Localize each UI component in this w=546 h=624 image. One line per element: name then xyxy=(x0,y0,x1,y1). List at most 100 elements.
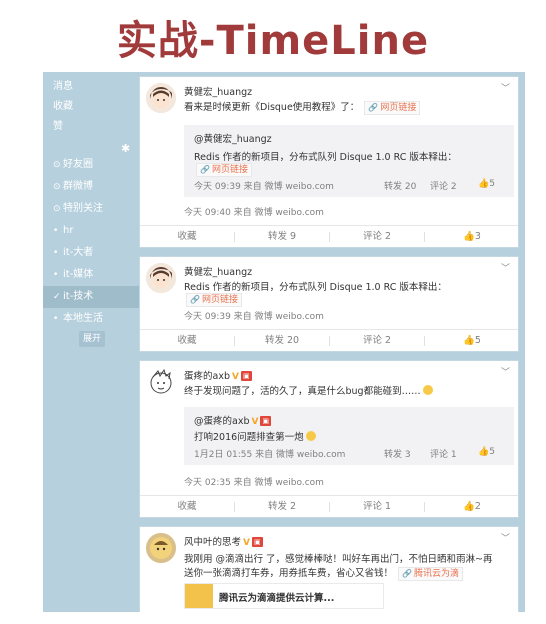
post-meta: 今天 09:39 来自 微博 weibo.com xyxy=(184,312,324,322)
repost-forward-count[interactable]: 转发 3 xyxy=(384,447,411,460)
preview-title: 腾讯云为滴滴提供云计算... xyxy=(219,593,335,604)
preview-thumbnail xyxy=(185,584,213,608)
sidebar-item-it-media[interactable]: • it-媒体 xyxy=(43,264,139,286)
sidebar-item-label: hr xyxy=(63,225,74,236)
repost-block[interactable]: @黄健宏_huangz Redis 作者的新项目，分布式队列 Disque 1.… xyxy=(184,125,514,197)
thumb-up-icon: 👍 xyxy=(463,501,475,512)
repost-forward-count[interactable]: 转发 20 xyxy=(384,179,416,192)
comment-button[interactable]: 评论 2 xyxy=(330,330,424,352)
repost-like-count[interactable]: 👍5 xyxy=(478,179,495,189)
avatar[interactable] xyxy=(146,367,176,397)
sidebar-item-label: it-媒体 xyxy=(63,269,94,280)
sidebar-item-group-weibo[interactable]: ⊙ 群微博 xyxy=(43,176,139,198)
post-text: 看来是时候更新《Disque使用教程》了： 🔗 网页链接 xyxy=(184,99,421,115)
like-button[interactable]: 👍3 xyxy=(425,226,519,248)
sidebar-item-label: it-大者 xyxy=(63,247,94,258)
sidebar-item-favorites[interactable]: 收藏 xyxy=(43,96,139,118)
favorite-button[interactable]: 收藏 xyxy=(140,226,234,248)
avatar[interactable] xyxy=(146,83,176,113)
post-username-text: 风中叶的思考 xyxy=(184,537,242,548)
sidebar-item-friends-circle[interactable]: ⊙ 好友圈 xyxy=(43,154,139,176)
web-link[interactable]: 🔗 网页链接 xyxy=(364,101,421,115)
post-text: Redis 作者的新项目，分布式队列 Disque 1.0 RC 版本释出： xyxy=(184,282,447,293)
favorite-button[interactable]: 收藏 xyxy=(140,330,234,352)
forward-button[interactable]: 转发 20 xyxy=(235,330,329,352)
post-text-line-1: 我刚用 @滴滴出行 了，感觉棒棒哒！叫好车再出门，不怕日晒和雨淋~再 xyxy=(184,554,493,565)
post-username[interactable]: 蛋疼的axb V ▣ xyxy=(184,368,252,382)
sidebar-item-label: 本地生活 xyxy=(63,313,103,324)
sidebar-item-local-life[interactable]: • 本地生活 xyxy=(43,308,139,330)
repost-username[interactable]: @黄健宏_huangz xyxy=(194,131,272,145)
link-icon: 🔗 xyxy=(200,165,210,174)
sidebar-item-special-follow[interactable]: ⊙ 特别关注 xyxy=(43,198,139,220)
forward-button[interactable]: 转发 2 xyxy=(235,496,329,518)
like-count: 5 xyxy=(489,447,495,457)
red-badge-icon: ▣ xyxy=(260,416,272,426)
post-meta: 今天 02:35 来自 微博 weibo.com xyxy=(184,478,324,488)
expand-button[interactable]: 展开 xyxy=(79,331,105,347)
verified-v-icon: V xyxy=(243,538,250,548)
group-icon: ⊙ xyxy=(53,182,61,192)
web-link[interactable]: 🔗 网页链接 xyxy=(196,163,252,177)
emoji-icon xyxy=(305,431,316,441)
comment-button[interactable]: 评论 1 xyxy=(330,496,424,518)
link-icon: 🔗 xyxy=(368,103,379,112)
star-icon: ⊙ xyxy=(53,204,61,214)
sidebar-item-label: 好友圈 xyxy=(63,159,93,170)
post-text-content: 送你一张滴滴打车券，用券抵车费，省心又省钱！ xyxy=(184,568,394,579)
sidebar-item-it-bigshot[interactable]: • it-大者 xyxy=(43,242,139,264)
repost-username[interactable]: @蛋疼的axb V ▣ xyxy=(194,413,272,427)
thumb-up-icon: 👍 xyxy=(463,231,475,242)
web-link-label: 网页链接 xyxy=(201,295,238,305)
repost-username-text: @蛋疼的axb xyxy=(194,416,250,427)
chevron-down-icon[interactable]: ﹀ xyxy=(501,365,510,378)
like-button[interactable]: 👍2 xyxy=(425,496,519,518)
comment-button[interactable]: 评论 2 xyxy=(330,226,424,248)
sidebar-item-hr[interactable]: • hr xyxy=(43,220,139,242)
page-title-text: 实战-TimeLine xyxy=(116,18,430,64)
verified-v-icon: V xyxy=(251,417,259,427)
repost-comment-count[interactable]: 评论 2 xyxy=(430,179,457,192)
chevron-down-icon[interactable]: ﹀ xyxy=(501,261,510,274)
repost-block[interactable]: @蛋疼的axb V ▣ 打响2016问题排查第一炮 1月2日 01:55 来自 微博… xyxy=(184,407,514,465)
check-icon: ✓ xyxy=(53,292,61,302)
chevron-down-icon[interactable]: ﹀ xyxy=(501,81,510,94)
chevron-down-icon[interactable]: ﹀ xyxy=(501,531,510,544)
post-username-text: 蛋疼的axb xyxy=(184,371,230,382)
red-badge-icon: ▣ xyxy=(251,537,263,547)
sidebar: 消息 收藏 赞 ✱ ⊙ 好友圈 ⊙ 群微博 ⊙ 特别关注 • hr • it-大者 • it… xyxy=(43,72,139,612)
post-username[interactable]: 黄健宏_huangz xyxy=(184,84,252,98)
avatar[interactable] xyxy=(146,533,176,563)
sidebar-item-label: 特别关注 xyxy=(63,203,103,214)
repost-text-content: 打响2016问题排查第一炮 xyxy=(194,432,304,443)
sidebar-item-it-tech[interactable]: ✓ it-技术 xyxy=(43,286,139,308)
web-link-label: 网页链接 xyxy=(211,165,248,175)
dot-icon: • xyxy=(53,248,59,258)
repost-link-row: 🔗 网页链接 xyxy=(194,163,252,177)
link-icon: 🔗 xyxy=(402,569,413,578)
dot-icon: • xyxy=(53,270,59,280)
red-badge-icon: ▣ xyxy=(240,371,252,381)
post-card: ﹀ 蛋疼的axb V ▣ 终于发现问题了，活的久了，真是什么bug都能碰到…… @蛋… xyxy=(139,360,519,518)
web-link[interactable]: 🔗 网页链接 xyxy=(186,293,242,307)
web-link[interactable]: 🔗 腾讯云为滴 xyxy=(398,567,464,581)
thumb-up-icon: 👍 xyxy=(478,179,490,189)
post-actions: 收藏 转发 9 评论 2 👍3 xyxy=(140,225,518,247)
post-username[interactable]: 黄健宏_huangz xyxy=(184,264,252,278)
sidebar-item-likes[interactable]: 赞 xyxy=(43,116,139,138)
repost-comment-count[interactable]: 评论 1 xyxy=(430,447,457,460)
favorite-button[interactable]: 收藏 xyxy=(140,496,234,518)
avatar[interactable] xyxy=(146,263,176,293)
sidebar-item-messages[interactable]: 消息 xyxy=(43,76,139,98)
repost-like-count[interactable]: 👍5 xyxy=(478,447,495,457)
verified-v-icon: V xyxy=(231,372,239,382)
sidebar-item-label: 消息 xyxy=(53,81,73,92)
link-icon: 🔗 xyxy=(190,295,200,304)
forward-button[interactable]: 转发 9 xyxy=(235,226,329,248)
like-count: 5 xyxy=(474,335,481,346)
repost-text: Redis 作者的新项目，分布式队列 Disque 1.0 RC 版本释出： xyxy=(194,152,457,163)
like-count: 2 xyxy=(474,501,481,512)
link-preview-card[interactable]: 腾讯云为滴滴提供云计算... xyxy=(184,583,384,609)
like-button[interactable]: 👍5 xyxy=(425,330,519,352)
post-username[interactable]: 风中叶的思考 V ▣ xyxy=(184,534,263,548)
